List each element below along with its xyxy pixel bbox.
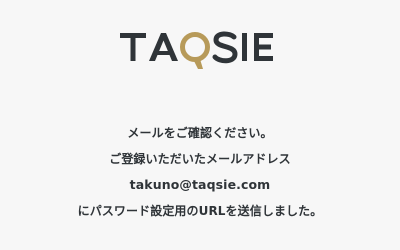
message-line-2: ご登録いただいたメールアドレス xyxy=(109,152,291,166)
taqsie-logo xyxy=(0,25,400,69)
confirmation-message: メールをご確認ください。 ご登録いただいたメールアドレス takuno@taqs… xyxy=(0,120,400,224)
registered-email-address: takuno@taqsie.com xyxy=(129,177,271,192)
message-line-4: にパスワード設定用のURLを送信しました。 xyxy=(77,204,323,218)
message-line-1: メールをご確認ください。 xyxy=(127,126,273,140)
password-reset-sent-page: メールをご確認ください。 ご登録いただいたメールアドレス takuno@taqs… xyxy=(0,0,400,250)
taqsie-logo-mark xyxy=(120,31,273,69)
